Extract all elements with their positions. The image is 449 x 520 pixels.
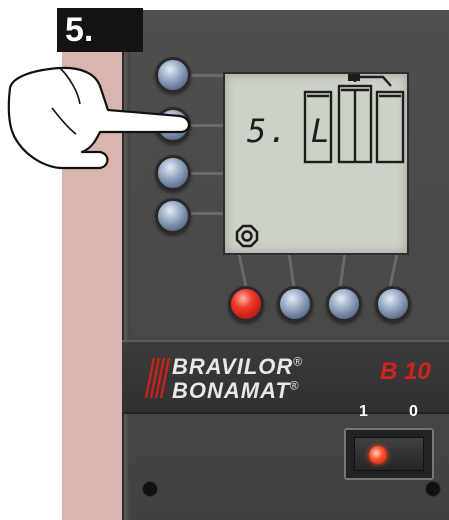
brand-plate: BRAVILOR® BONAMAT® B 10 — [122, 340, 449, 414]
brand-name-bravilor: BRAVILOR® — [172, 354, 303, 380]
pointing-hand-icon — [7, 66, 191, 170]
bottom-button-2[interactable] — [277, 286, 313, 322]
bottom-button-4[interactable] — [375, 286, 411, 322]
power-switch[interactable] — [344, 428, 434, 480]
registered-mark: ® — [293, 354, 304, 369]
power-rocker[interactable] — [354, 437, 424, 471]
containers-icon — [303, 74, 405, 164]
brand-name-bonamat: BONAMAT® — [172, 378, 300, 404]
brand-line-2: BONAMAT — [172, 378, 290, 403]
step-number-badge: 5. — [57, 8, 143, 52]
power-indicator-led — [369, 446, 387, 464]
switch-on-label: 1 — [359, 403, 368, 420]
screw — [142, 481, 158, 497]
brand-stripes-logo — [144, 357, 170, 399]
bottom-button-3[interactable] — [326, 286, 362, 322]
model-label: B 10 — [380, 358, 431, 385]
screw — [425, 481, 441, 497]
gear-icon — [235, 224, 259, 248]
red-button[interactable] — [228, 286, 264, 322]
button-trace — [190, 212, 223, 215]
brand-line-1: BRAVILOR — [172, 354, 294, 379]
left-button-4[interactable] — [155, 198, 191, 234]
lcd-display: 5. L — [223, 72, 409, 255]
registered-mark: ® — [289, 378, 300, 393]
switch-off-label: 0 — [409, 403, 418, 420]
